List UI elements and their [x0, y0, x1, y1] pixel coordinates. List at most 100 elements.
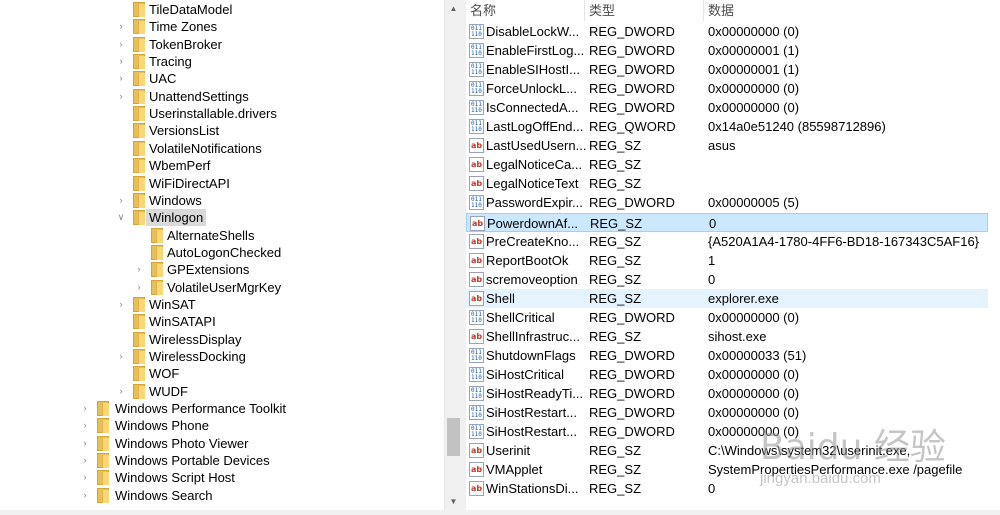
folder-icon: [133, 88, 145, 104]
tree-item[interactable]: WinSATAPI: [0, 313, 444, 330]
value-row[interactable]: 011 110 DisableLockW... REG_DWORD 0x00000000…: [466, 22, 1000, 41]
expand-chevron-icon[interactable]: ›: [116, 348, 126, 365]
string-value-icon: ab: [469, 481, 484, 497]
tree-item[interactable]: WbemPerf: [0, 157, 444, 174]
value-row[interactable]: 011 110 ForceUnlockL... REG_DWORD 0x00000000…: [466, 79, 1000, 98]
value-row[interactable]: 011 110 ShutdownFlags REG_DWORD 0x00000033 (…: [466, 346, 1000, 365]
value-row[interactable]: 011 110 SiHostReadyTi... REG_DWORD 0x0000000…: [466, 384, 1000, 403]
binary-value-icon: 011 110: [469, 62, 484, 78]
tree-item[interactable]: Userinstallable.drivers: [0, 105, 444, 122]
value-row[interactable]: ab PreCreateKno... REG_SZ {A520A1A4-1780-4F…: [466, 232, 1000, 251]
tree-item[interactable]: › Tracing: [0, 53, 444, 70]
tree-item[interactable]: › Windows Phone: [0, 417, 444, 434]
expand-chevron-icon[interactable]: ›: [134, 261, 144, 278]
expand-chevron-icon[interactable]: ›: [134, 279, 144, 296]
expand-chevron-icon[interactable]: ›: [116, 36, 126, 53]
scroll-down-arrow-icon[interactable]: ▼: [445, 493, 462, 510]
tree-item[interactable]: › UnattendSettings: [0, 88, 444, 105]
value-row[interactable]: ab LegalNoticeCa... REG_SZ: [466, 155, 1000, 174]
expand-chevron-icon[interactable]: ›: [116, 383, 126, 400]
expand-chevron-icon[interactable]: ›: [116, 18, 126, 35]
expand-chevron-icon[interactable]: ›: [116, 53, 126, 70]
tree-item-label: Time Zones: [149, 19, 218, 35]
tree-item[interactable]: › WinSAT: [0, 296, 444, 313]
tree-item-label: VolatileNotifications: [149, 140, 262, 156]
registry-key-tree[interactable]: TileDataModel › Time Zones › TokenBroker › Tra…: [0, 0, 444, 510]
binary-value-icon: 011 110: [469, 81, 484, 97]
scroll-up-arrow-icon[interactable]: ▲: [445, 0, 462, 17]
tree-item-label: WinSAT: [149, 296, 196, 312]
tree-item[interactable]: › Windows: [0, 192, 444, 209]
tree-item[interactable]: AutoLogonChecked: [0, 244, 444, 261]
expand-chevron-icon[interactable]: ›: [80, 452, 90, 469]
tree-item[interactable]: WOF: [0, 365, 444, 382]
tree-item[interactable]: VersionsList: [0, 122, 444, 139]
tree-item[interactable]: AlternateShells: [0, 227, 444, 244]
value-row[interactable]: ab WinStationsDi... REG_SZ 0: [466, 479, 1000, 498]
expand-chevron-icon[interactable]: ›: [116, 70, 126, 87]
expand-chevron-icon[interactable]: ›: [116, 88, 126, 105]
tree-item[interactable]: › GPExtensions: [0, 261, 444, 278]
value-row[interactable]: 011 110 SiHostCritical REG_DWORD 0x00000000 …: [466, 365, 1000, 384]
tree-item[interactable]: › Time Zones: [0, 18, 444, 35]
folder-icon: [133, 192, 145, 208]
value-row[interactable]: ab ReportBootOk REG_SZ 1: [466, 251, 1000, 270]
expand-chevron-icon[interactable]: ›: [80, 435, 90, 452]
expand-chevron-icon[interactable]: ›: [80, 417, 90, 434]
tree-item[interactable]: › Windows Performance Toolkit: [0, 400, 444, 417]
value-row[interactable]: 011 110 PasswordExpir... REG_DWORD 0x0000000…: [466, 193, 1000, 212]
tree-item[interactable]: › Windows Portable Devices: [0, 452, 444, 469]
value-data: 0x00000000 (0): [708, 81, 800, 97]
tree-item[interactable]: WiFiDirectAPI: [0, 175, 444, 192]
value-row[interactable]: ab LastUsedUsern... REG_SZ asus: [466, 136, 1000, 155]
value-row[interactable]: ab Userinit REG_SZ C:\Windows\system32\user…: [466, 441, 1000, 460]
column-header-type[interactable]: 类型: [589, 0, 615, 21]
column-divider[interactable]: [584, 0, 585, 21]
tree-item[interactable]: TileDataModel: [0, 1, 444, 18]
tree-item[interactable]: › Windows Photo Viewer: [0, 435, 444, 452]
value-row[interactable]: 011 110 SiHostRestart... REG_DWORD 0x0000000…: [466, 422, 1000, 441]
tree-item[interactable]: › Windows Script Host: [0, 469, 444, 486]
value-row[interactable]: 011 110 SiHostRestart... REG_DWORD 0x0000000…: [466, 403, 1000, 422]
value-row[interactable]: ab scremoveoption REG_SZ 0: [466, 270, 1000, 289]
tree-item[interactable]: › TokenBroker: [0, 36, 444, 53]
value-row[interactable]: ab Shell REG_SZ explorer.exe: [466, 288, 988, 308]
tree-item-label: Winlogon: [146, 209, 207, 227]
value-row[interactable]: ab VMApplet REG_SZ SystemPropertiesPerforma…: [466, 460, 1000, 479]
column-header-name[interactable]: 名称: [470, 0, 496, 21]
bottom-edge: [0, 510, 1000, 515]
value-row[interactable]: 011 110 EnableFirstLog... REG_DWORD 0x000000…: [466, 41, 1000, 60]
expand-chevron-icon[interactable]: ›: [80, 487, 90, 504]
registry-values-list[interactable]: 名称 类型 数据 011 110 DisableLockW... REG_DWORD 0…: [466, 0, 1000, 510]
tree-item[interactable]: › VolatileUserMgrKey: [0, 279, 444, 296]
tree-item[interactable]: › WirelessDocking: [0, 348, 444, 365]
value-data: 0x00000001 (1): [708, 62, 800, 78]
tree-item[interactable]: › UAC: [0, 70, 444, 87]
expand-chevron-icon[interactable]: ›: [116, 192, 126, 209]
value-name: PowerdownAf...: [487, 215, 579, 231]
tree-item[interactable]: ∨ Winlogon: [0, 209, 444, 227]
collapse-chevron-icon[interactable]: ∨: [116, 209, 126, 226]
expand-chevron-icon[interactable]: ›: [116, 296, 126, 313]
column-header-data[interactable]: 数据: [708, 0, 734, 21]
tree-item[interactable]: › Windows Search: [0, 487, 444, 504]
value-name: ReportBootOk: [486, 252, 569, 268]
value-row[interactable]: ab ShellInfrastruc... REG_SZ sihost.exe: [466, 327, 1000, 346]
tree-item[interactable]: › WUDF: [0, 383, 444, 400]
value-row[interactable]: 011 110 IsConnectedA... REG_DWORD 0x00000000…: [466, 98, 1000, 117]
tree-item-label: WUDF: [149, 383, 188, 399]
value-row[interactable]: ab PowerdownAf... REG_SZ 0: [466, 212, 988, 232]
expand-chevron-icon[interactable]: ›: [80, 469, 90, 486]
tree-item-label: AutoLogonChecked: [167, 244, 282, 260]
expand-chevron-icon[interactable]: ›: [80, 400, 90, 417]
tree-vertical-scrollbar[interactable]: ▲ ▼: [444, 0, 462, 510]
tree-item[interactable]: WirelessDisplay: [0, 331, 444, 348]
value-row[interactable]: 011 110 EnableSIHostI... REG_DWORD 0x0000000…: [466, 60, 1000, 79]
value-row[interactable]: 011 110 LastLogOffEnd... REG_QWORD 0x14a0e51…: [466, 117, 1000, 136]
tree-item[interactable]: VolatileNotifications: [0, 140, 444, 157]
scrollbar-thumb[interactable]: [447, 418, 460, 456]
column-divider[interactable]: [703, 0, 704, 21]
value-row[interactable]: 011 110 ShellCritical REG_DWORD 0x00000000 (…: [466, 308, 1000, 327]
value-name: SiHostReadyTi...: [486, 385, 584, 401]
value-row[interactable]: ab LegalNoticeText REG_SZ: [466, 174, 1000, 193]
